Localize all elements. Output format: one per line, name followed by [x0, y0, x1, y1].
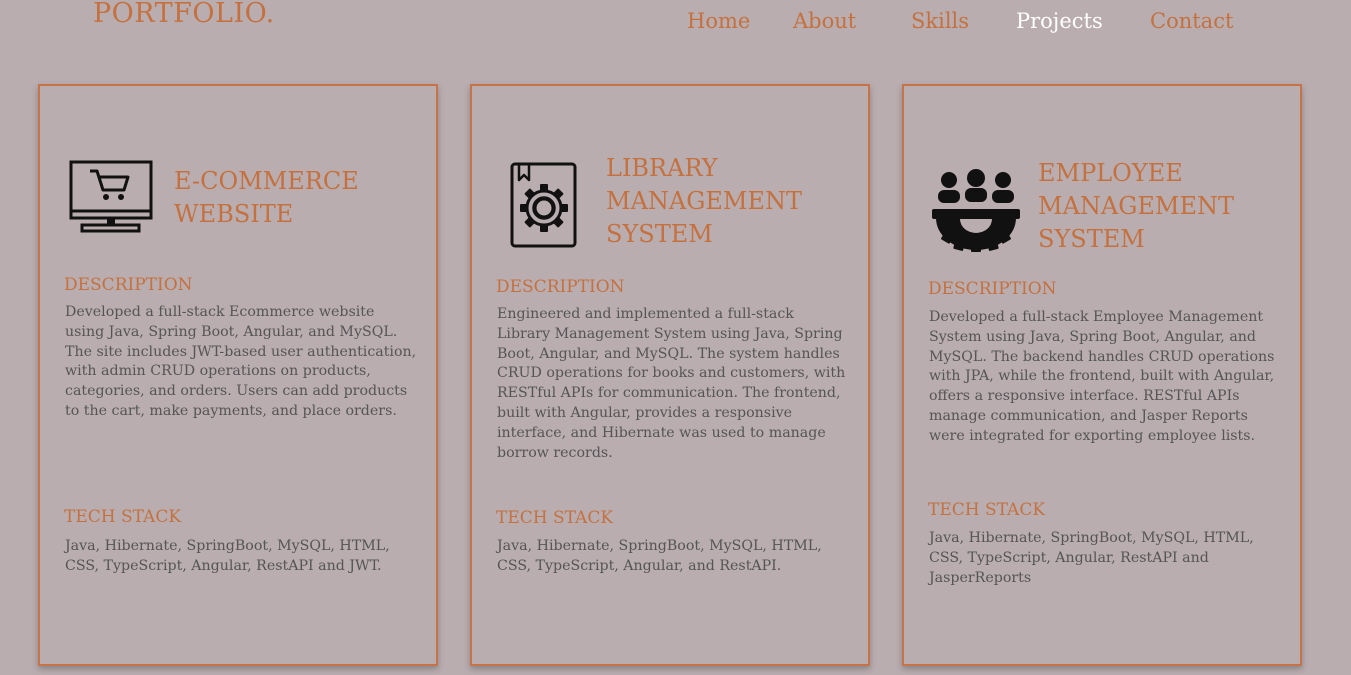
monitor-cart-icon: [69, 160, 153, 233]
project-title: E-COMMERCE WEBSITE: [174, 167, 359, 228]
team-gear-icon: [932, 169, 1020, 252]
project-title: LIBRARY MANAGEMENT SYSTEM: [606, 154, 803, 248]
project-card-library: LIBRARY MANAGEMENT SYSTEM DESCRIPTION En…: [470, 84, 870, 666]
project-card-employee: EMPLOYEE MANAGEMENT SYSTEM DESCRIPTION D…: [902, 84, 1302, 666]
project-description: Developed a full-stack Ecommerce website…: [65, 304, 417, 419]
project-description: Developed a full-stack Employee Manageme…: [929, 309, 1275, 444]
nav-link-contact[interactable]: Contact: [1150, 6, 1233, 36]
project-card-ecommerce: E-COMMERCE WEBSITE DESCRIPTION Developed…: [38, 84, 438, 666]
description-label: DESCRIPTION: [496, 277, 625, 297]
tech-stack-label: TECH STACK: [64, 507, 182, 527]
nav-link-skills[interactable]: Skills: [911, 6, 969, 36]
description-label: DESCRIPTION: [64, 275, 193, 295]
tech-stack-label: TECH STACK: [928, 500, 1046, 520]
tech-stack-text: Java, Hibernate, SpringBoot, MySQL, HTML…: [65, 538, 390, 574]
nav-link-projects[interactable]: Projects: [1016, 6, 1103, 36]
nav-link-home[interactable]: Home: [687, 6, 750, 36]
tech-stack-label: TECH STACK: [496, 508, 614, 528]
tech-stack-text: Java, Hibernate, SpringBoot, MySQL, HTML…: [497, 538, 822, 574]
project-title: EMPLOYEE MANAGEMENT SYSTEM: [1038, 159, 1235, 253]
description-label: DESCRIPTION: [928, 279, 1057, 299]
site-logo[interactable]: PORTFOLIO.: [93, 0, 275, 32]
project-description: Engineered and implemented a full-stack …: [497, 306, 846, 461]
nav-link-about[interactable]: About: [793, 6, 856, 36]
book-gear-icon: [510, 162, 577, 248]
tech-stack-text: Java, Hibernate, SpringBoot, MySQL, HTML…: [929, 530, 1254, 586]
